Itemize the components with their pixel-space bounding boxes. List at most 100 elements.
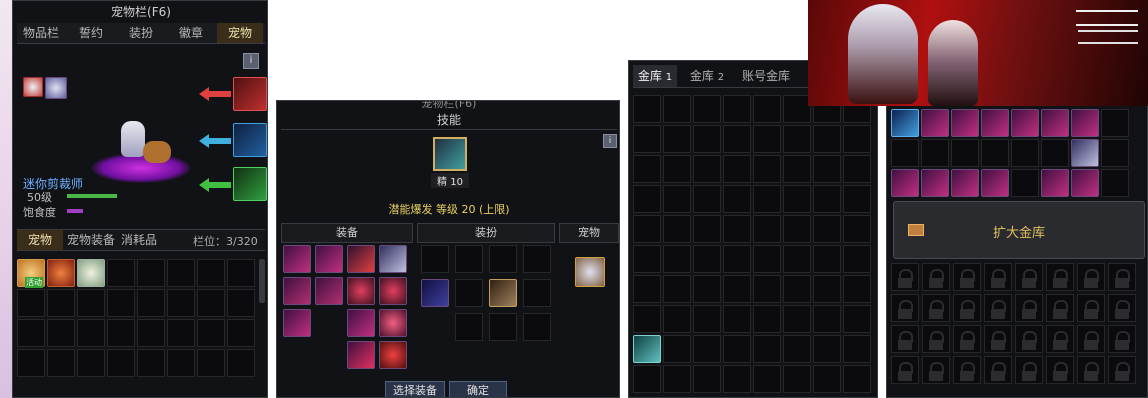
vault-slot[interactable]: [783, 125, 811, 153]
vault-slot[interactable]: [783, 275, 811, 303]
avatar-item[interactable]: [421, 279, 449, 307]
empty-slot[interactable]: [77, 349, 105, 377]
vault-slot[interactable]: [753, 125, 781, 153]
empty-slot[interactable]: [167, 349, 195, 377]
info-button[interactable]: i: [603, 134, 617, 148]
avatar-slot[interactable]: [455, 279, 483, 307]
equip-item[interactable]: [379, 341, 407, 369]
vault-slot[interactable]: [843, 275, 871, 303]
vault-slot[interactable]: [693, 185, 721, 213]
subtab-consumables[interactable]: 消耗品: [119, 230, 159, 250]
vault-slot[interactable]: [663, 245, 691, 273]
skill-icon[interactable]: [433, 137, 467, 171]
empty-slot[interactable]: [47, 349, 75, 377]
vault-slot[interactable]: [663, 305, 691, 333]
vault-item[interactable]: [981, 169, 1009, 197]
vault-slot[interactable]: [753, 155, 781, 183]
vault-slot[interactable]: [843, 305, 871, 333]
empty-slot[interactable]: [227, 259, 255, 287]
empty-slot[interactable]: [107, 259, 135, 287]
tab-avatar[interactable]: 装扮: [117, 23, 165, 43]
vault-item[interactable]: [1071, 169, 1099, 197]
vault-slot[interactable]: [783, 215, 811, 243]
vault-slot[interactable]: [843, 335, 871, 363]
vault-slot[interactable]: [783, 95, 811, 123]
avatar-slot[interactable]: [523, 245, 551, 273]
equip-item[interactable]: [347, 341, 375, 369]
equip-item[interactable]: [347, 277, 375, 305]
promo-banner[interactable]: [808, 0, 1148, 106]
avatar-slot[interactable]: [455, 245, 483, 273]
empty-slot[interactable]: [197, 289, 225, 317]
avatar-slot[interactable]: [523, 313, 551, 341]
vault-slot[interactable]: [783, 335, 811, 363]
vault-slot[interactable]: [633, 95, 661, 123]
vault-slot[interactable]: [663, 95, 691, 123]
vault-slot[interactable]: [663, 365, 691, 393]
vault-slot[interactable]: [843, 245, 871, 273]
vault-slot[interactable]: [1011, 139, 1039, 167]
vault-item[interactable]: [1041, 109, 1069, 137]
empty-slot[interactable]: [167, 319, 195, 347]
vault-slot[interactable]: [663, 125, 691, 153]
vault-slot[interactable]: [633, 275, 661, 303]
vault-slot[interactable]: [753, 275, 781, 303]
pet-equip-slot-green[interactable]: [233, 167, 267, 201]
vault-slot[interactable]: [1101, 139, 1129, 167]
vault-slot[interactable]: [753, 95, 781, 123]
vault-slot[interactable]: [723, 125, 751, 153]
vault-slot[interactable]: [633, 365, 661, 393]
avatar-slot[interactable]: [489, 245, 517, 273]
vault-slot[interactable]: [843, 185, 871, 213]
pet-section-item[interactable]: [575, 257, 605, 287]
pet-avatar-icon[interactable]: [45, 77, 67, 99]
empty-slot[interactable]: [167, 289, 195, 317]
vault-item[interactable]: [633, 335, 661, 363]
info-button[interactable]: i: [243, 53, 259, 69]
vault-slot[interactable]: [843, 155, 871, 183]
vault-item[interactable]: [951, 169, 979, 197]
vault-slot[interactable]: [663, 155, 691, 183]
vault-slot[interactable]: [723, 215, 751, 243]
vault-slot[interactable]: [633, 305, 661, 333]
pet-item-3[interactable]: [77, 259, 105, 287]
tab-vault-2[interactable]: 金库 2: [683, 65, 731, 87]
vault-slot[interactable]: [813, 305, 841, 333]
vault-slot[interactable]: [783, 245, 811, 273]
vault-slot[interactable]: [843, 215, 871, 243]
empty-slot[interactable]: [107, 319, 135, 347]
empty-slot[interactable]: [47, 289, 75, 317]
vault-slot[interactable]: [843, 125, 871, 153]
empty-slot[interactable]: [107, 289, 135, 317]
equip-item[interactable]: [379, 277, 407, 305]
equip-item[interactable]: [379, 309, 407, 337]
vault-slot[interactable]: [693, 95, 721, 123]
vault-slot[interactable]: [783, 185, 811, 213]
vault-slot[interactable]: [723, 335, 751, 363]
vault-slot[interactable]: [813, 365, 841, 393]
equip-item[interactable]: [347, 245, 375, 273]
vault-slot[interactable]: [723, 185, 751, 213]
vault-item[interactable]: [891, 109, 919, 137]
avatar-slot[interactable]: [489, 313, 517, 341]
pet-equip-slot-blue[interactable]: [233, 123, 267, 157]
vault-slot[interactable]: [813, 125, 841, 153]
vault-slot[interactable]: [693, 275, 721, 303]
empty-slot[interactable]: [17, 319, 45, 347]
empty-slot[interactable]: [107, 349, 135, 377]
vault-slot[interactable]: [813, 275, 841, 303]
subtab-pet[interactable]: 宠物: [17, 230, 63, 250]
vault-slot[interactable]: [783, 305, 811, 333]
tab-account-vault[interactable]: 账号金库: [737, 65, 795, 87]
tab-oath[interactable]: 誓约: [67, 23, 115, 43]
vault-slot[interactable]: [843, 365, 871, 393]
empty-slot[interactable]: [137, 289, 165, 317]
tab-inventory[interactable]: 物品栏: [17, 23, 65, 43]
empty-slot[interactable]: [77, 289, 105, 317]
vault-item[interactable]: [951, 109, 979, 137]
vault-slot[interactable]: [723, 275, 751, 303]
empty-slot[interactable]: [47, 319, 75, 347]
avatar-item[interactable]: [489, 279, 517, 307]
confirm-button[interactable]: 确定: [449, 381, 507, 397]
equip-item[interactable]: [283, 245, 311, 273]
